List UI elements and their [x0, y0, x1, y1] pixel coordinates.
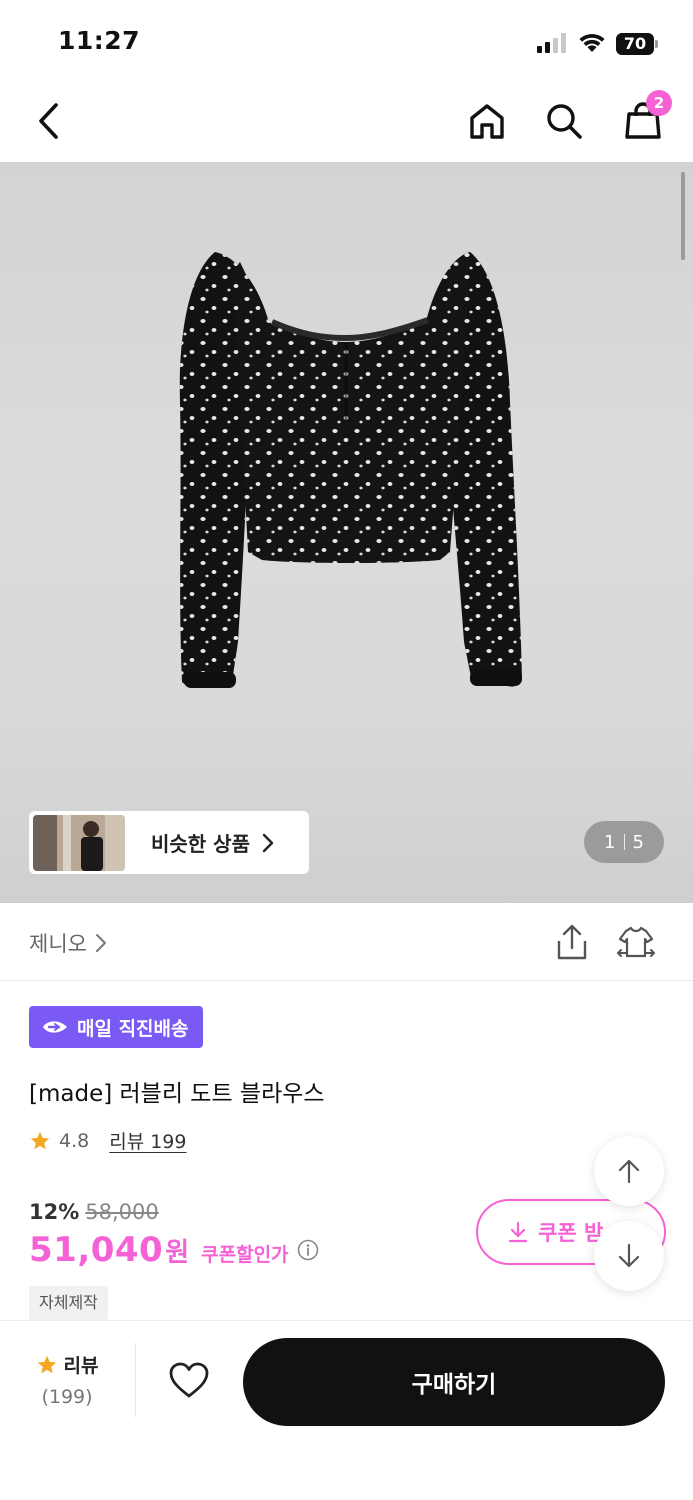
review-summary-label: 리뷰	[63, 1355, 99, 1377]
rating-row: 4.8 리뷰 199	[29, 1127, 186, 1154]
current-page: 1	[604, 831, 616, 853]
cellular-signal-icon	[537, 33, 569, 53]
delivery-badge: 매일 직진배송	[29, 1006, 203, 1048]
rocket-icon	[43, 1021, 67, 1033]
review-summary-count: (199)	[41, 1386, 93, 1408]
brand-name: 제니오	[29, 932, 87, 956]
scroll-to-top-button[interactable]	[594, 1136, 664, 1206]
delivery-badge-label: 매일 직진배송	[77, 1017, 189, 1040]
similar-products-thumbnail	[33, 814, 125, 871]
back-arrow-icon	[39, 103, 58, 139]
brand-link[interactable]: 제니오	[29, 928, 107, 958]
search-button[interactable]	[541, 98, 587, 144]
similar-products-button[interactable]: 비슷한 상품	[29, 811, 309, 874]
discount-row: 12% 58,000	[29, 1200, 159, 1224]
home-button[interactable]	[464, 98, 510, 144]
search-icon	[547, 104, 582, 139]
product-image-gallery[interactable]: 비슷한 상품 1 5	[0, 162, 693, 903]
review-summary-button[interactable]: 리뷰 (199)	[28, 1351, 106, 1408]
divider	[135, 1343, 136, 1417]
image-page-indicator: 1 5	[584, 821, 664, 863]
buy-button[interactable]: 구매하기	[243, 1338, 665, 1426]
battery-level: 70	[616, 33, 654, 55]
wifi-icon	[576, 30, 608, 54]
top-nav: 2	[0, 80, 693, 162]
star-icon	[30, 1131, 50, 1149]
heart-icon	[169, 1362, 209, 1398]
arrow-down-icon	[618, 1243, 640, 1268]
review-link[interactable]: 리뷰 199	[109, 1127, 186, 1154]
info-icon[interactable]	[297, 1239, 319, 1261]
sale-price: 51,040	[29, 1230, 164, 1270]
download-icon	[508, 1221, 528, 1243]
fitting-icon	[617, 926, 655, 958]
scroll-to-bottom-button[interactable]	[594, 1221, 664, 1291]
coupon-price-label: 쿠폰할인가	[201, 1244, 289, 1266]
chevron-right-icon	[262, 833, 274, 853]
arrow-up-icon	[618, 1159, 640, 1184]
wishlist-button[interactable]	[166, 1357, 212, 1403]
original-price: 58,000	[85, 1200, 159, 1224]
back-button[interactable]	[26, 98, 72, 144]
share-icon	[557, 924, 587, 960]
share-button[interactable]	[553, 923, 591, 963]
bottom-action-bar: 리뷰 (199) 구매하기	[0, 1320, 693, 1500]
star-icon	[37, 1355, 56, 1373]
rating-value: 4.8	[59, 1129, 90, 1152]
chevron-right-icon	[95, 934, 106, 952]
similar-products-label: 비슷한 상품	[151, 832, 250, 856]
fitting-button[interactable]	[616, 923, 656, 963]
discount-rate: 12%	[29, 1200, 80, 1224]
image-scrollbar[interactable]	[681, 172, 685, 260]
product-photo	[179, 252, 522, 688]
price-unit: 원	[165, 1238, 190, 1268]
home-icon	[470, 104, 504, 139]
made-tag: 자체제작	[29, 1286, 108, 1320]
coupon-button-label: 쿠폰 받	[538, 1221, 604, 1245]
cart-count-badge: 2	[646, 90, 672, 116]
battery-icon: 70	[616, 33, 658, 55]
cart-button[interactable]: 2	[620, 90, 672, 144]
price-row: 51,040 원 쿠폰할인가	[29, 1230, 319, 1270]
status-bar: 11:27 70	[0, 0, 693, 80]
product-title: [made] 러블리 도트 블라우스	[29, 1081, 325, 1107]
total-pages: 5	[632, 831, 644, 853]
brand-row: 제니오	[0, 903, 693, 981]
status-time: 11:27	[58, 26, 141, 55]
